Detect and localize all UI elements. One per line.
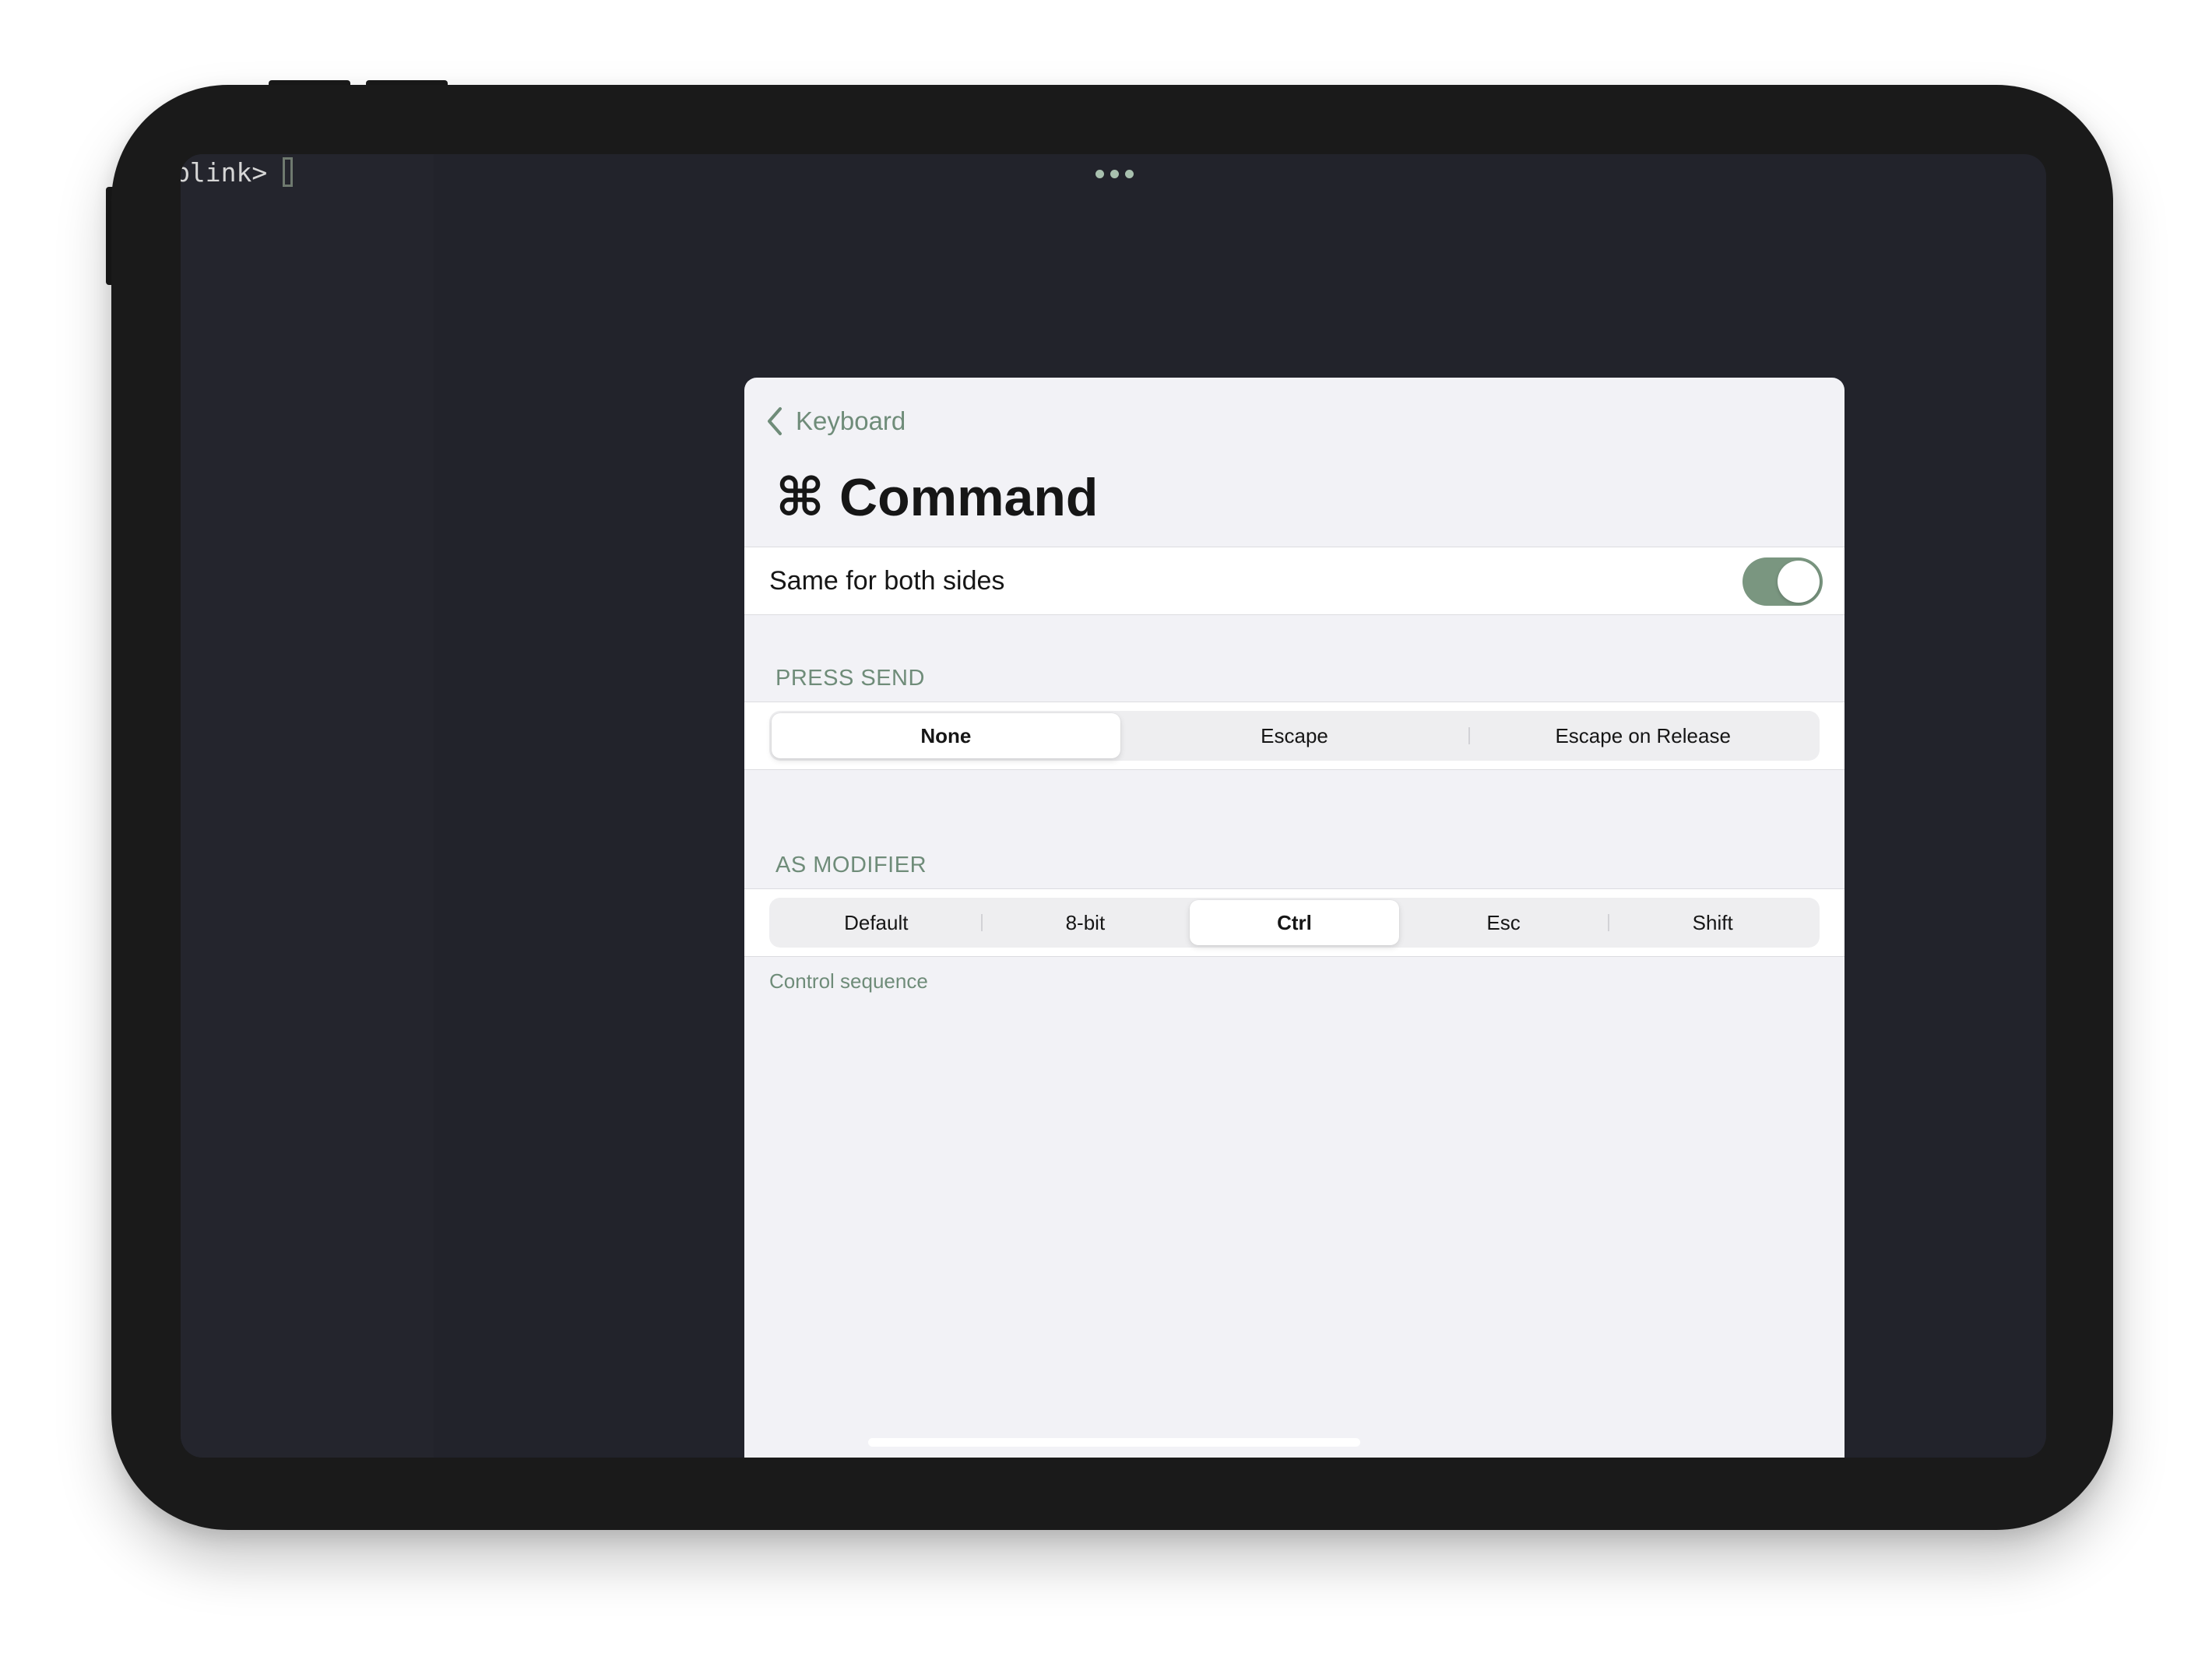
same-for-both-sides-row: Same for both sides	[744, 547, 1845, 615]
as-modifier-row: Default 8-bit Ctrl Esc Shift	[744, 888, 1845, 957]
as-modifier-header: AS MODIFIER	[775, 853, 927, 877]
segment-escape[interactable]: Escape	[1120, 713, 1469, 758]
segment-shift[interactable]: Shift	[1608, 900, 1817, 945]
back-button-label: Keyboard	[796, 406, 906, 435]
as-modifier-segmented-control: Default 8-bit Ctrl Esc Shift	[769, 898, 1820, 948]
press-send-row: None Escape Escape on Release	[744, 702, 1845, 770]
segment-8-bit[interactable]: 8-bit	[980, 900, 1190, 945]
home-indicator[interactable]	[868, 1438, 1360, 1447]
terminal-cursor	[283, 157, 294, 187]
press-send-segmented-control: None Escape Escape on Release	[769, 711, 1820, 761]
settings-sheet: Keyboard ⌘ Command Same for both sides P…	[744, 378, 1845, 1458]
segment-none[interactable]: None	[772, 713, 1120, 758]
terminal-pane[interactable]	[181, 154, 434, 1458]
terminal-prompt: blink>	[181, 154, 294, 190]
back-button[interactable]: Keyboard	[765, 406, 906, 437]
same-for-both-sides-toggle[interactable]	[1743, 557, 1823, 606]
device-screen: blink> Keyboard ⌘ Command Same for both …	[181, 154, 2046, 1458]
segment-esc[interactable]: Esc	[1399, 900, 1609, 945]
press-send-header: PRESS SEND	[775, 666, 925, 691]
terminal-prompt-text: blink>	[181, 157, 268, 188]
segment-ctrl[interactable]: Ctrl	[1190, 900, 1399, 945]
chevron-left-icon	[768, 407, 782, 435]
same-for-both-sides-label: Same for both sides	[769, 565, 1005, 596]
segment-escape-on-release[interactable]: Escape on Release	[1468, 713, 1817, 758]
segment-default[interactable]: Default	[772, 900, 981, 945]
toggle-knob	[1778, 561, 1820, 603]
ellipsis-icon[interactable]	[1095, 170, 1134, 178]
ellipsis-dot	[1095, 170, 1104, 178]
page-title: ⌘ Command	[775, 468, 1099, 527]
as-modifier-footer: Control sequence	[769, 969, 928, 993]
stage: blink> Keyboard ⌘ Command Same for both …	[0, 0, 2212, 1667]
ellipsis-dot	[1125, 170, 1134, 178]
ellipsis-dot	[1110, 170, 1119, 178]
